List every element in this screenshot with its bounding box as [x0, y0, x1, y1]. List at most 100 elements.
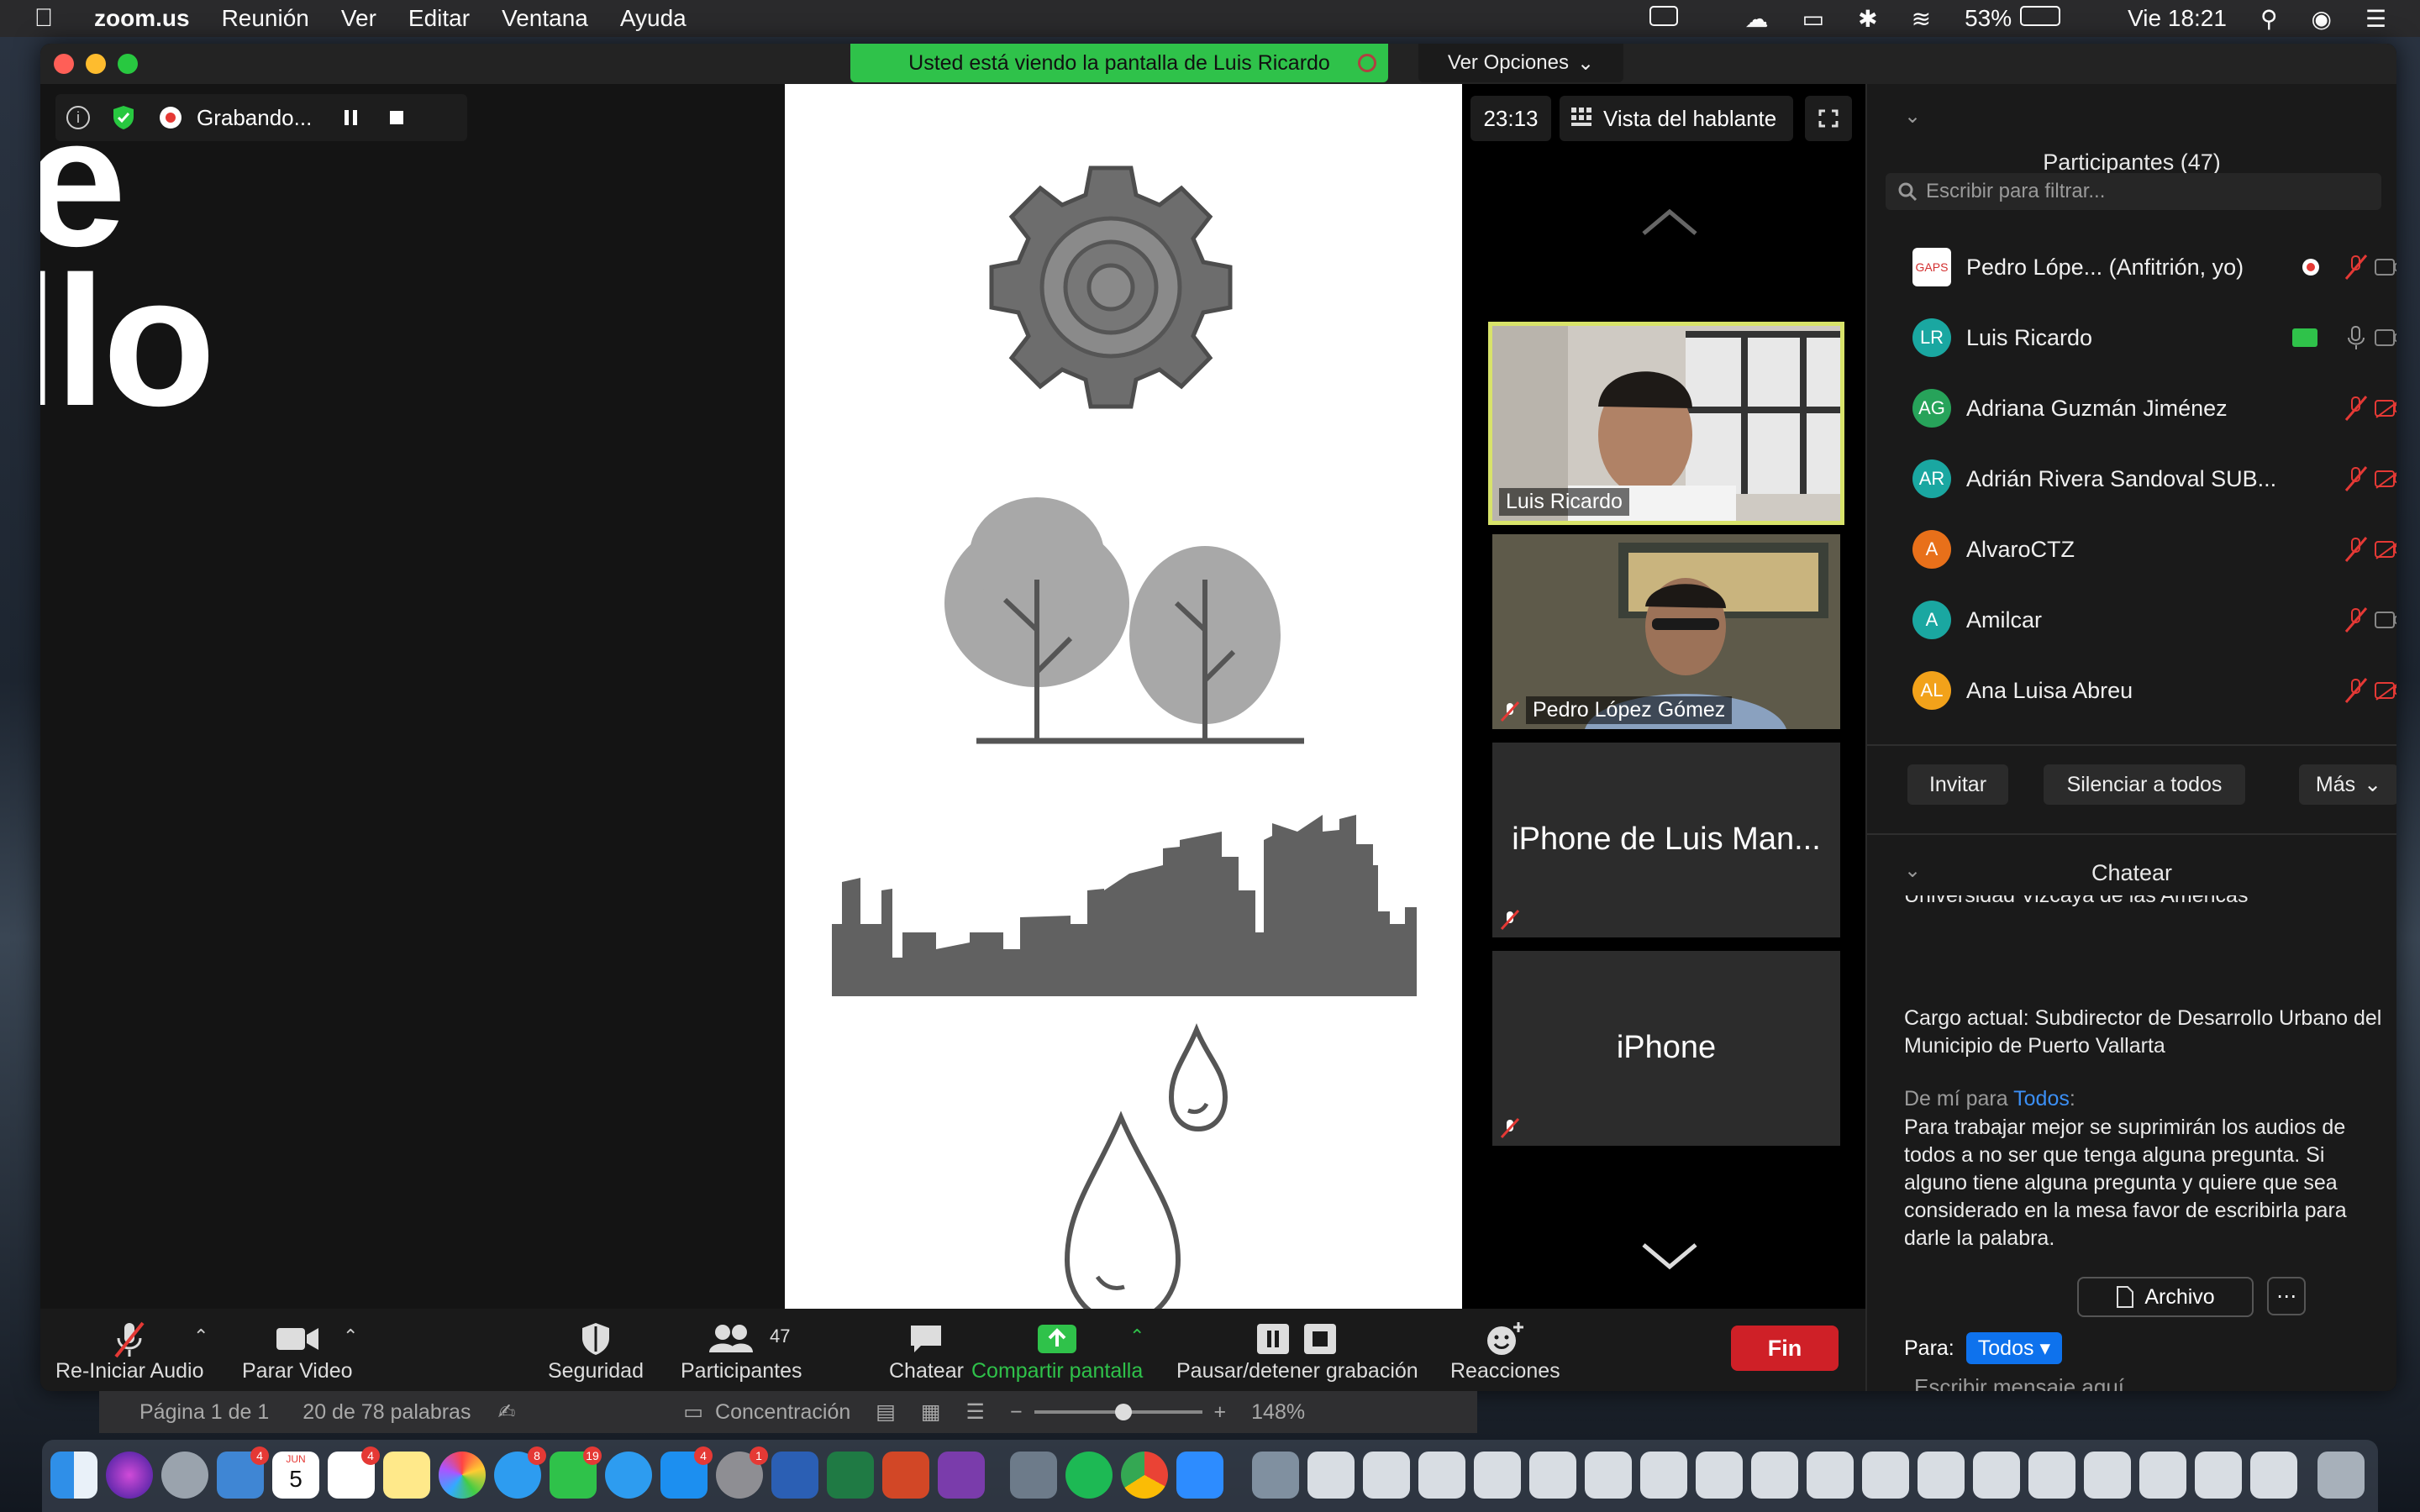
zoom-slider[interactable] — [1034, 1404, 1202, 1420]
zoom-slider-handle[interactable] — [1114, 1404, 1132, 1420]
calendar-icon[interactable]: JUN 5 — [272, 1452, 319, 1499]
excel-icon[interactable] — [827, 1452, 874, 1499]
muted-mic-icon[interactable] — [2344, 395, 2368, 422]
web-layout-icon[interactable]: ▦ — [921, 1399, 941, 1425]
video-camera-icon[interactable] — [2375, 327, 2396, 349]
battery-icon[interactable] — [2020, 5, 2094, 32]
downloads-stack-icon[interactable] — [1252, 1452, 1299, 1499]
share-screen-button[interactable]: Compartir pantalla — [971, 1319, 1143, 1383]
minimized-window-icon[interactable] — [1807, 1452, 1854, 1499]
siri-icon[interactable]: ◉ — [2311, 5, 2331, 33]
muted-mic-icon[interactable] — [2344, 536, 2368, 563]
minimized-window-icon[interactable] — [2250, 1452, 2297, 1499]
participant-row[interactable]: AL Ana Luisa Abreu — [1867, 655, 2396, 726]
video-tile-iphone-luis[interactable]: iPhone de Luis Man... — [1492, 743, 1840, 937]
minimized-window-icon[interactable] — [1529, 1452, 1576, 1499]
muted-mic-icon[interactable] — [2344, 465, 2368, 492]
menu-ayuda[interactable]: Ayuda — [620, 5, 687, 32]
system-preferences-icon[interactable]: 1 — [716, 1446, 768, 1499]
minimized-window-icon[interactable] — [1751, 1452, 1798, 1499]
mic-icon[interactable] — [2344, 324, 2368, 351]
muted-mic-icon[interactable] — [2344, 606, 2368, 633]
fullscreen-button[interactable] — [1805, 96, 1852, 141]
menu-reunion[interactable]: Reunión — [222, 5, 309, 32]
stop-video-button[interactable]: Parar Video — [242, 1319, 353, 1383]
participant-row[interactable]: AR Adrián Rivera Sandoval SUB... — [1867, 444, 2396, 514]
video-tile-pedro[interactable]: Pedro López Gómez — [1492, 534, 1840, 729]
participant-row[interactable]: A AlvaroCTZ — [1867, 514, 2396, 585]
scroll-down-chevron-icon[interactable] — [1640, 1236, 1699, 1270]
chat-message-input[interactable]: Escribir mensaje aquí... — [1914, 1374, 2143, 1391]
speaker-view-button[interactable]: Vista del hablante — [1560, 96, 1793, 141]
zoom-level[interactable]: 148% — [1251, 1400, 1305, 1425]
minimized-window-icon[interactable] — [1474, 1452, 1521, 1499]
minimized-window-icon[interactable] — [2139, 1452, 2186, 1499]
focus-mode-label[interactable]: Concentración — [715, 1400, 850, 1425]
minimize-window-button[interactable] — [86, 54, 106, 74]
video-camera-icon[interactable] — [2375, 256, 2396, 278]
messages-icon[interactable]: 8 — [494, 1446, 546, 1499]
chrome-icon[interactable] — [1121, 1452, 1168, 1499]
minimized-window-icon[interactable] — [2084, 1452, 2131, 1499]
minimized-window-icon[interactable] — [1363, 1452, 1410, 1499]
word-count[interactable]: 20 de 78 palabras — [302, 1400, 471, 1425]
meeting-info-icon[interactable]: i — [55, 95, 101, 140]
preview-icon[interactable]: 4 — [217, 1446, 269, 1499]
facetime-icon[interactable]: 19 — [550, 1446, 602, 1499]
zoom-out-icon[interactable]: − — [1010, 1400, 1023, 1425]
more-button[interactable]: Más ⌄ — [2299, 764, 2396, 805]
chat-button[interactable]: Chatear — [889, 1319, 964, 1383]
photos-icon[interactable] — [439, 1452, 486, 1499]
video-off-icon[interactable] — [2375, 468, 2396, 490]
wifi-icon[interactable]: ≋ — [1912, 5, 1931, 33]
notes-icon[interactable] — [383, 1452, 430, 1499]
zoom-window-button[interactable] — [118, 54, 138, 74]
reactions-button[interactable]: Reacciones — [1450, 1319, 1560, 1383]
trash-icon[interactable] — [2317, 1452, 2365, 1499]
muted-mic-icon[interactable] — [2344, 254, 2368, 281]
menu-app-name[interactable]: zoom.us — [94, 5, 190, 32]
minimized-window-icon[interactable] — [1862, 1452, 1909, 1499]
minimized-window-icon[interactable] — [1918, 1452, 1965, 1499]
encryption-shield-icon[interactable] — [101, 95, 146, 140]
minimized-window-icon[interactable] — [1640, 1452, 1687, 1499]
video-off-icon[interactable] — [2375, 538, 2396, 560]
collapse-participants-chevron-icon[interactable]: ⌄ — [1904, 104, 1921, 129]
powerpoint-icon[interactable] — [882, 1452, 929, 1499]
video-tile-iphone[interactable]: iPhone — [1492, 951, 1840, 1146]
chat-sender-target[interactable]: Todos — [2013, 1087, 2070, 1110]
audio-options-caret-icon[interactable]: ⌃ — [193, 1326, 208, 1347]
close-window-button[interactable] — [54, 54, 74, 74]
word-icon[interactable] — [771, 1452, 818, 1499]
menu-ventana[interactable]: Ventana — [502, 5, 588, 32]
scroll-up-chevron-icon[interactable] — [1640, 203, 1699, 237]
participant-row[interactable]: A Amilcar — [1867, 585, 2396, 655]
stop-recording-icon[interactable] — [374, 95, 419, 140]
zoom-app-icon[interactable] — [1176, 1452, 1223, 1499]
minimized-window-icon[interactable] — [2195, 1452, 2242, 1499]
creative-cloud-icon[interactable]: ☁ — [1745, 5, 1769, 33]
onenote-icon[interactable] — [938, 1452, 985, 1499]
airplay-icon[interactable]: ▭ — [1802, 5, 1824, 33]
video-off-icon[interactable] — [2375, 680, 2396, 701]
siri-icon[interactable] — [106, 1452, 153, 1499]
video-options-caret-icon[interactable]: ⌃ — [343, 1326, 358, 1347]
participant-filter-input[interactable]: Escribir para filtrar... — [1886, 173, 2381, 210]
video-tile-active-speaker[interactable]: Luis Ricardo — [1488, 322, 1844, 525]
proofing-icon[interactable]: ✍ — [497, 1399, 515, 1425]
outline-icon[interactable]: ☰ — [966, 1399, 985, 1425]
apple-icon[interactable]:  — [18, 4, 69, 33]
zoom-status-icon[interactable] — [1649, 5, 1712, 32]
minimized-window-icon[interactable] — [1585, 1452, 1632, 1499]
minimized-window-icon[interactable] — [1696, 1452, 1743, 1499]
pause-recording-icon[interactable] — [329, 95, 374, 140]
safari-icon[interactable] — [605, 1452, 652, 1499]
security-button[interactable]: Seguridad — [548, 1319, 644, 1383]
participant-row[interactable]: LR Luis Ricardo — [1867, 302, 2396, 373]
view-options-button[interactable]: Ver Opciones ⌄ — [1418, 44, 1623, 82]
end-meeting-button[interactable]: Fin — [1731, 1326, 1839, 1371]
control-center-icon[interactable]: ☰ — [2365, 5, 2386, 33]
video-camera-icon[interactable] — [2375, 609, 2396, 631]
launchpad-icon[interactable] — [161, 1452, 208, 1499]
restart-audio-button[interactable]: Re-Iniciar Audio — [55, 1319, 203, 1383]
